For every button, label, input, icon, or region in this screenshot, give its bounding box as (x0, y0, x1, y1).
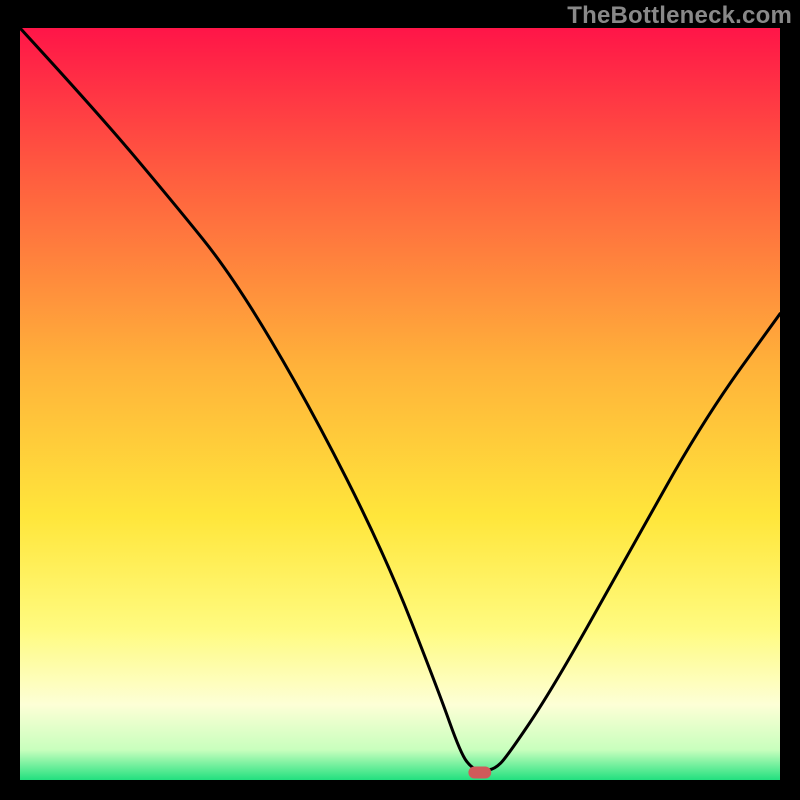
chart-frame: TheBottleneck.com (0, 0, 800, 800)
gradient-background (20, 28, 780, 780)
plot-area (20, 28, 780, 780)
watermark-text: TheBottleneck.com (567, 2, 792, 30)
minimum-marker (468, 766, 491, 778)
chart-svg (20, 28, 780, 780)
